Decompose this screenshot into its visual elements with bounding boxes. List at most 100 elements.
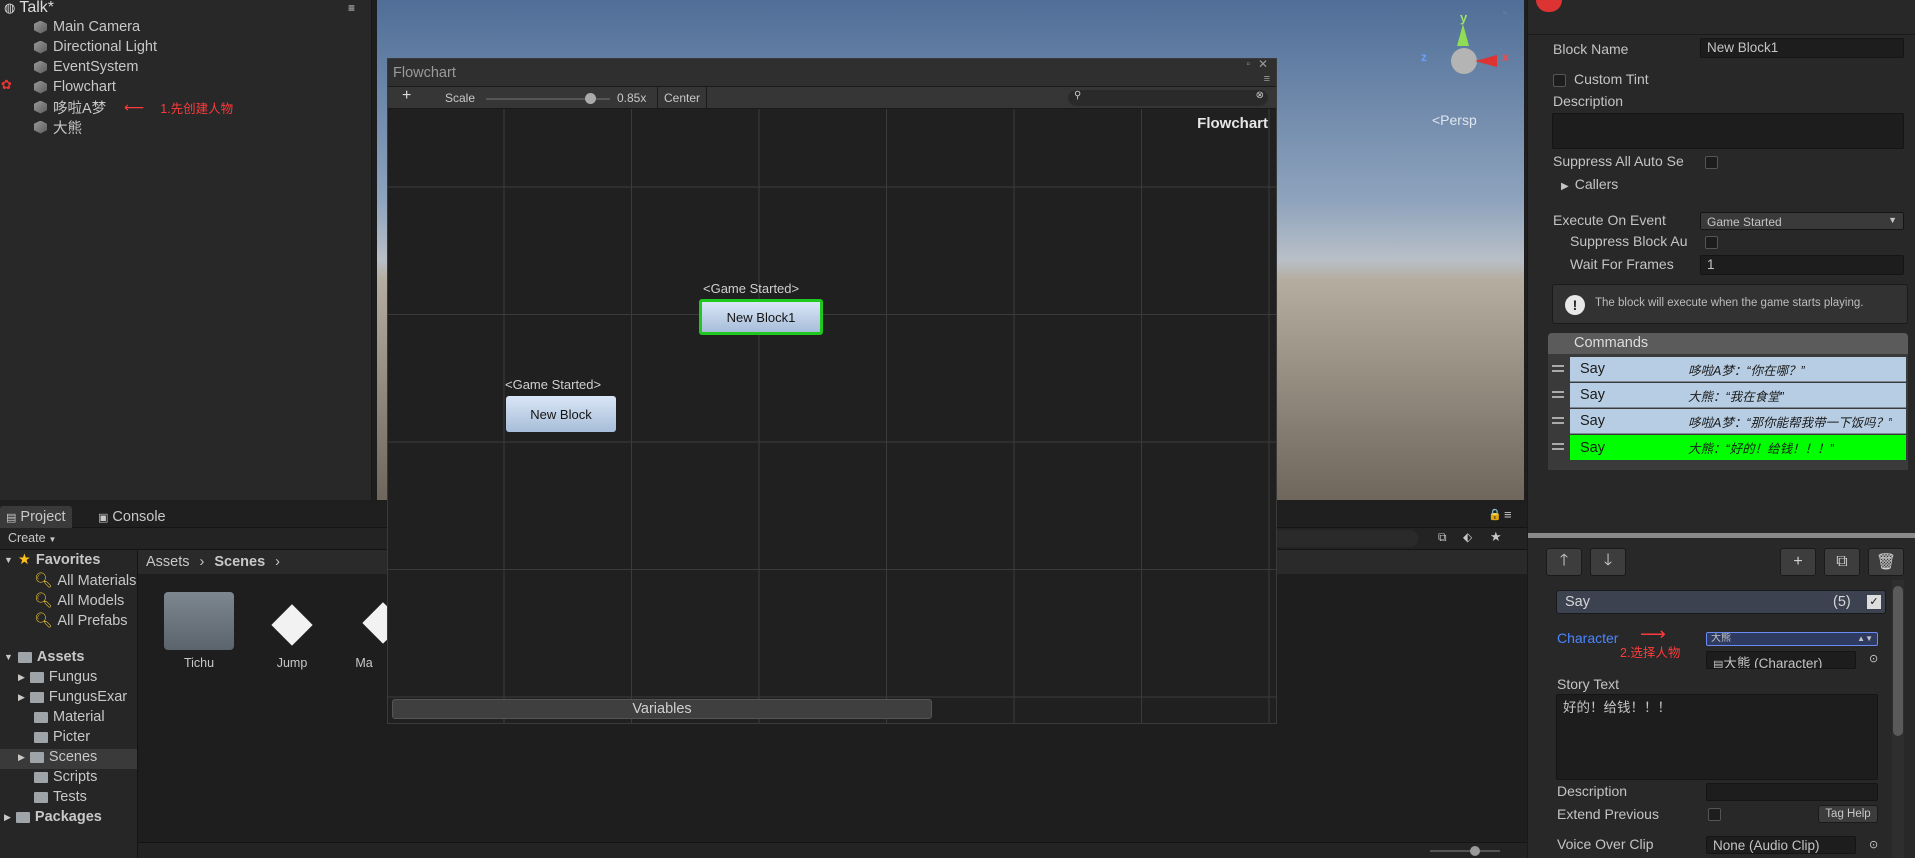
hierarchy-item-main-camera[interactable]: Main Camera xyxy=(34,17,140,37)
asset-ma[interactable]: ◆ Ma xyxy=(340,592,388,670)
inspector-scrollbar[interactable] xyxy=(1892,580,1904,858)
create-dropdown[interactable]: Create ▼ xyxy=(8,531,56,545)
execute-on-event-dropdown[interactable]: Game Started ▼ xyxy=(1700,212,1904,230)
filter-label-icon[interactable]: ⬖ xyxy=(1463,530,1472,544)
story-text-input[interactable]: 好的！给钱！！！ xyxy=(1556,694,1878,780)
breadcrumb-scenes[interactable]: Scenes xyxy=(214,554,265,570)
block-new-block1[interactable]: New Block1 xyxy=(699,299,823,335)
move-up-button[interactable]: 🡑 xyxy=(1546,548,1582,576)
scrollbar-thumb[interactable] xyxy=(1893,586,1903,736)
slider-thumb[interactable] xyxy=(1470,846,1480,856)
packages-node[interactable]: ▶ Packages xyxy=(4,809,102,825)
persp-label[interactable]: <Persp xyxy=(1432,112,1477,128)
tag-help-button[interactable]: Tag Help xyxy=(1818,805,1878,823)
scene-gizmo[interactable]: y x z xyxy=(1417,10,1517,100)
project-search-input[interactable] xyxy=(1262,530,1418,547)
asset-jump[interactable]: ◆ Jump xyxy=(247,592,337,670)
menu-icon[interactable]: ≡ xyxy=(1264,73,1270,85)
favorite-all-materials[interactable]: 🔍︎ All Materials xyxy=(34,572,136,590)
object-picker-icon[interactable]: ⊙ xyxy=(1869,652,1878,665)
add-command-button[interactable]: + xyxy=(1780,548,1816,576)
block-new-block[interactable]: New Block xyxy=(506,396,616,432)
suppress-block-checkbox[interactable] xyxy=(1705,236,1718,249)
folder-scripts[interactable]: Scripts xyxy=(34,769,97,785)
favorites-node[interactable]: ▼ ★ Favorites xyxy=(4,552,100,568)
favorites-label: Favorites xyxy=(35,552,101,568)
command-summary: 哆啦A梦：“你在哪？” xyxy=(1688,363,1805,378)
drag-handle-icon[interactable] xyxy=(1552,391,1564,398)
hierarchy-item-directional-light[interactable]: Directional Light xyxy=(34,37,157,57)
hierarchy-item-flowchart[interactable]: Flowchart xyxy=(34,77,116,97)
folder-picter[interactable]: Picter xyxy=(34,729,90,745)
center-button[interactable]: Center xyxy=(657,87,708,109)
tab-project[interactable]: ▤ Project xyxy=(0,506,72,528)
folder-material[interactable]: Material xyxy=(34,709,105,725)
object-picker-icon[interactable]: ⊙ xyxy=(1869,838,1878,851)
hierarchy-header[interactable]: ◍ Talk* ≡ xyxy=(0,0,371,16)
breadcrumb-assets[interactable]: Assets xyxy=(146,554,190,570)
flowchart-window-titlebar[interactable]: Flowchart ▫ ✕ ≡ xyxy=(388,59,1276,87)
info-box: ! The block will execute when the game s… xyxy=(1552,284,1908,324)
extend-previous-checkbox[interactable] xyxy=(1708,808,1721,821)
create-character-annotation: 1.先创建人物 xyxy=(160,101,234,116)
favorite-all-prefabs[interactable]: 🔍︎ All Prefabs xyxy=(34,612,128,630)
hierarchy-item-doraemon[interactable]: 哆啦A梦 ⟵ 1.先创建人物 xyxy=(34,97,233,117)
block-name-input[interactable]: New Block1 xyxy=(1700,38,1904,58)
command-row[interactable]: Say 哆啦A梦：“你在哪？” xyxy=(1570,357,1906,382)
gameobject-icon xyxy=(34,120,47,134)
command-row[interactable]: Say 大熊：“我在食堂” xyxy=(1570,383,1906,408)
hierarchy-item-nobita[interactable]: 大熊 xyxy=(34,117,82,137)
add-block-button[interactable]: + xyxy=(402,87,411,105)
tab-console[interactable]: ▣ Console xyxy=(92,506,172,528)
folder-tests[interactable]: Tests xyxy=(34,789,87,805)
icon-size-slider[interactable] xyxy=(1430,846,1500,856)
folder-scenes[interactable]: ▶ Scenes xyxy=(18,749,97,765)
custom-tint-checkbox[interactable] xyxy=(1553,74,1566,87)
gameobject-icon xyxy=(34,100,47,114)
asset-label: Jump xyxy=(276,656,308,670)
search-icon: 🔍︎ xyxy=(34,573,53,589)
assets-node[interactable]: ▼ Assets xyxy=(4,649,84,665)
command-row[interactable]: Say 哆啦A梦：“那你能帮我带一下饭吗？” xyxy=(1570,409,1906,434)
filter-type-icon[interactable]: ⧉ xyxy=(1438,530,1447,545)
drag-handle-icon[interactable] xyxy=(1552,417,1564,424)
create-label: Create xyxy=(8,531,46,545)
say-enabled-checkbox[interactable]: ✓ xyxy=(1867,595,1881,609)
splitter[interactable] xyxy=(1528,533,1915,538)
lock-icon[interactable]: 🔒 xyxy=(1488,508,1502,521)
folder-fungusexamples[interactable]: ▶ FungusExar xyxy=(18,689,127,705)
delete-command-button[interactable]: 🗑 xyxy=(1868,548,1904,576)
drag-handle-icon[interactable] xyxy=(1552,443,1564,450)
menu-icon[interactable]: ≡ xyxy=(1504,507,1512,522)
character-dropdown[interactable]: 大熊 ▲▼ xyxy=(1706,632,1878,646)
suppress-all-checkbox[interactable] xyxy=(1705,156,1718,169)
close-icon[interactable]: ✕ xyxy=(1258,59,1268,71)
lock-icon[interactable]: ▫ xyxy=(1503,8,1507,19)
variables-button[interactable]: Variables xyxy=(392,699,932,719)
scale-slider[interactable] xyxy=(486,93,610,104)
maximize-icon[interactable]: ▫ xyxy=(1246,59,1250,70)
hierarchy-item-eventsystem[interactable]: EventSystem xyxy=(34,57,138,77)
wait-for-frames-input[interactable]: 1 xyxy=(1700,255,1904,275)
voice-over-field[interactable]: None (Audio Clip) xyxy=(1706,836,1856,854)
slider-thumb[interactable] xyxy=(585,93,597,104)
callers-foldout[interactable]: ▶ Callers xyxy=(1561,176,1618,192)
favorite-label: All Prefabs xyxy=(57,612,128,629)
description-input[interactable] xyxy=(1552,113,1904,149)
menu-icon[interactable]: ≡ xyxy=(348,1,355,15)
clear-search-icon[interactable]: ⊗ xyxy=(1256,90,1264,101)
command-row-selected[interactable]: Say 大熊：“好的！给钱！！！” xyxy=(1570,435,1906,460)
description2-input[interactable] xyxy=(1706,783,1878,801)
favorite-star-icon[interactable]: ★ xyxy=(1490,529,1502,545)
drag-handle-icon[interactable] xyxy=(1552,365,1564,372)
character-object-field[interactable]: ▤大熊 (Character) xyxy=(1706,651,1856,669)
favorite-all-models[interactable]: 🔍︎ All Models xyxy=(34,592,124,610)
flowchart-search-input[interactable]: ⚲ ⊗ xyxy=(1068,90,1268,106)
asset-tichu[interactable]: Tichu xyxy=(154,592,244,670)
plus-icon: + xyxy=(1793,553,1803,570)
move-down-button[interactable]: 🡓 xyxy=(1590,548,1626,576)
fungus-icon: ✿ xyxy=(1,77,12,92)
folder-fungus[interactable]: ▶ Fungus xyxy=(18,669,97,685)
duplicate-command-button[interactable]: ⧉ xyxy=(1824,548,1860,576)
packages-label: Packages xyxy=(34,809,102,825)
